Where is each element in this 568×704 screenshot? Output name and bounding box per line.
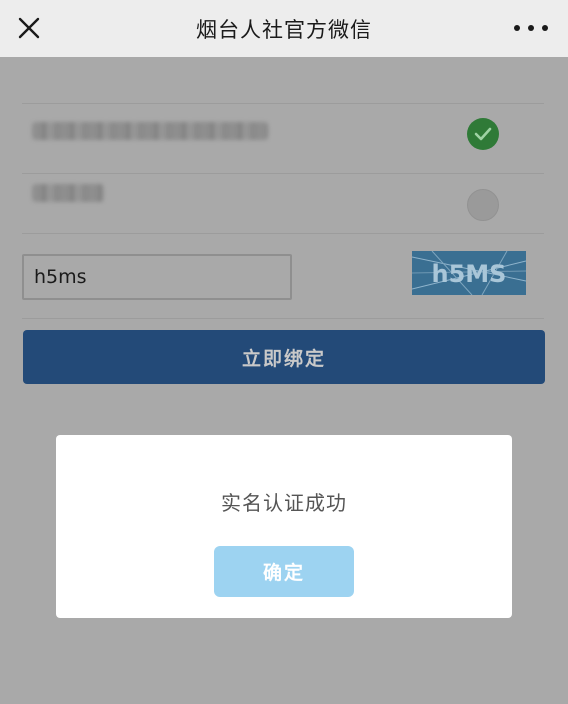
binding-form: h5MS xyxy=(22,93,544,319)
page-title: 烟台人社官方微信 xyxy=(196,17,372,42)
confirm-button[interactable]: 确定 xyxy=(214,546,354,597)
bind-now-button[interactable]: 立即绑定 xyxy=(23,330,545,384)
captcha-text: h5MS xyxy=(432,260,507,288)
blurred-name-text xyxy=(32,122,268,140)
nav-bar: 烟台人社官方微信 xyxy=(0,0,568,57)
dialog-message: 实名认证成功 xyxy=(221,491,347,515)
more-icon[interactable] xyxy=(514,16,548,40)
check-circle-icon xyxy=(467,118,499,150)
form-row-name xyxy=(22,103,544,173)
blurred-id-text xyxy=(32,184,104,202)
form-row-id xyxy=(22,173,544,233)
success-dialog: 实名认证成功 确定 xyxy=(56,435,512,618)
close-icon[interactable] xyxy=(14,13,44,43)
captcha-input[interactable] xyxy=(22,254,292,300)
form-row-captcha: h5MS xyxy=(22,233,544,319)
pending-circle-icon xyxy=(467,189,499,221)
captcha-image[interactable]: h5MS xyxy=(412,251,526,295)
